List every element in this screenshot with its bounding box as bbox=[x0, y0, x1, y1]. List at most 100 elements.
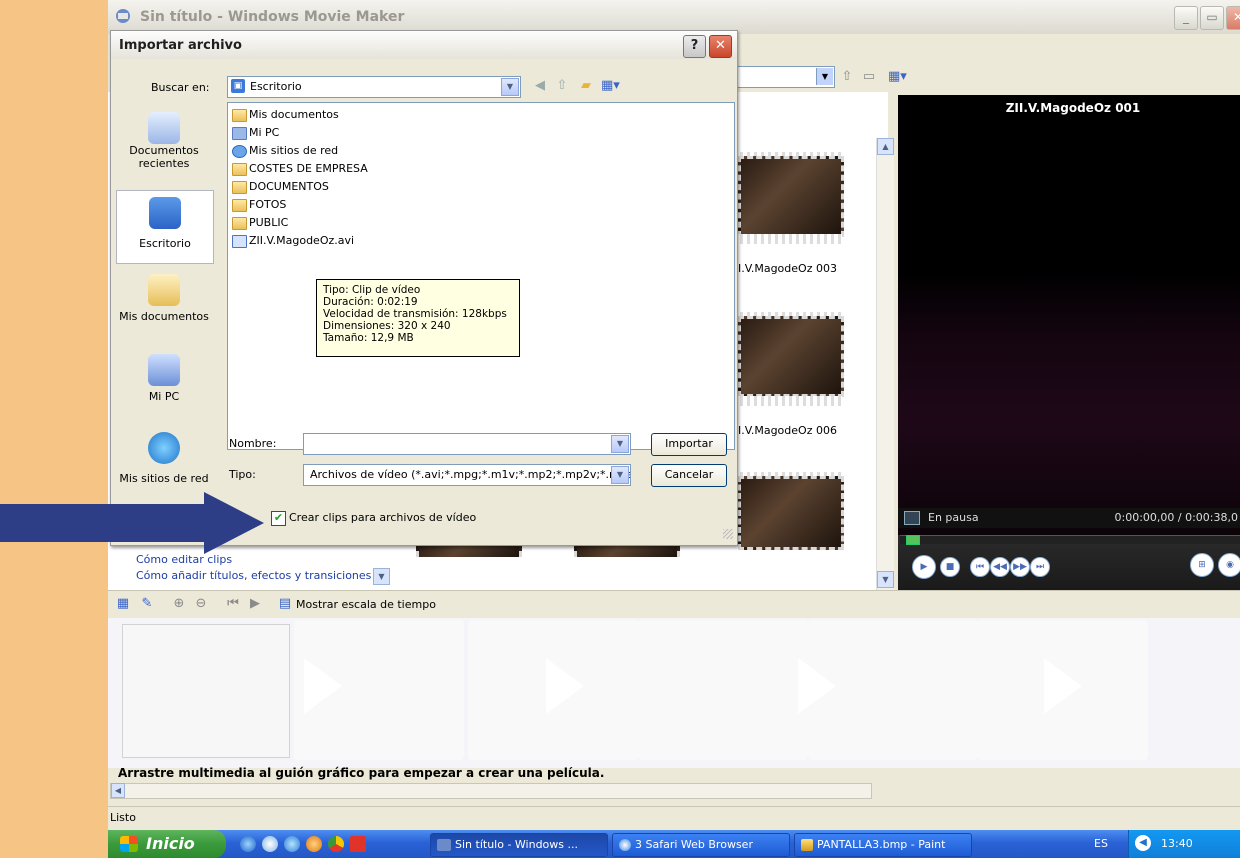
storyboard-icon[interactable]: ▦ bbox=[114, 595, 132, 613]
create-clips-checkbox[interactable]: ✔ bbox=[271, 511, 286, 526]
storyboard-scrollbar[interactable]: ◀ bbox=[110, 783, 872, 799]
narrate-icon[interactable]: ✎ bbox=[138, 595, 156, 613]
file-item[interactable]: DOCUMENTOS bbox=[232, 180, 329, 197]
chevron-down-icon[interactable]: ▼ bbox=[611, 466, 629, 484]
chrome-icon[interactable] bbox=[328, 836, 344, 852]
dialog-title: Importar archivo bbox=[119, 38, 242, 53]
timeline-icon[interactable]: ▤ bbox=[276, 595, 294, 613]
place-label: Mi PC bbox=[148, 390, 180, 403]
language-indicator[interactable]: ES bbox=[1094, 837, 1108, 850]
file-type-select[interactable]: Archivos de vídeo (*.avi;*.mpg;*.m1v;*.m… bbox=[303, 464, 631, 486]
rewind-storyboard-icon[interactable]: ⏮ bbox=[224, 595, 242, 613]
media-player-icon[interactable] bbox=[262, 836, 278, 852]
file-list[interactable]: Mis documentos Mi PC Mis sitios de red C… bbox=[227, 102, 735, 450]
chevron-down-icon[interactable]: ▼ bbox=[611, 435, 629, 453]
file-item[interactable]: PUBLIC bbox=[232, 216, 288, 233]
firefox-icon[interactable] bbox=[306, 836, 322, 852]
start-label: Inicio bbox=[146, 834, 195, 853]
rewind-icon[interactable]: ◀◀ bbox=[990, 557, 1010, 577]
task-edit-clips-link[interactable]: Cómo editar clips bbox=[136, 553, 232, 566]
shared-folder-icon bbox=[232, 216, 247, 230]
new-folder-icon[interactable]: ▭ bbox=[860, 68, 878, 86]
split-icon[interactable]: ⊞ bbox=[1190, 553, 1214, 577]
task-label: Sin título - Windows ... bbox=[455, 838, 578, 851]
new-folder-icon[interactable]: ▰ bbox=[577, 77, 595, 95]
window-close-button[interactable]: ✕ bbox=[1226, 6, 1240, 30]
play-storyboard-icon[interactable]: ▶ bbox=[246, 595, 264, 613]
place-network[interactable]: Mis sitios de red bbox=[116, 432, 212, 485]
cancel-button[interactable]: Cancelar bbox=[651, 464, 727, 487]
show-desktop-icon[interactable] bbox=[240, 836, 256, 852]
file-name-input[interactable]: ▼ bbox=[303, 433, 631, 455]
seek-thumb[interactable] bbox=[906, 535, 920, 545]
desktop-icon: ▣ bbox=[231, 79, 245, 93]
views-icon[interactable]: ▦▾ bbox=[888, 68, 907, 86]
scroll-up-icon[interactable]: ▲ bbox=[877, 138, 894, 155]
next-frame-icon[interactable]: ⏭ bbox=[1030, 557, 1050, 577]
file-item[interactable]: FOTOS bbox=[232, 198, 286, 215]
seek-bar[interactable] bbox=[900, 535, 1240, 545]
dialog-close-button[interactable]: ✕ bbox=[709, 35, 732, 58]
clip-label: I.V.MagodeOz 006 bbox=[738, 424, 837, 437]
chevron-down-icon[interactable]: ▼ bbox=[373, 568, 390, 585]
import-button[interactable]: Importar bbox=[651, 433, 727, 456]
back-icon[interactable]: ◀ bbox=[531, 77, 549, 95]
storyboard-slot[interactable] bbox=[122, 624, 290, 758]
place-my-documents[interactable]: Mis documentos bbox=[116, 274, 212, 323]
app-icon[interactable] bbox=[350, 836, 366, 852]
monitor-status-icon bbox=[904, 511, 920, 525]
clip-thumbnail[interactable] bbox=[738, 316, 844, 397]
place-recent[interactable]: Documentos recientes bbox=[116, 112, 212, 170]
up-folder-icon[interactable]: ⇧ bbox=[838, 68, 856, 86]
place-my-pc[interactable]: Mi PC bbox=[116, 354, 212, 403]
file-item[interactable]: ZII.V.MagodeOz.avi bbox=[232, 234, 354, 251]
place-label: Documentos recientes bbox=[129, 144, 199, 170]
file-item[interactable]: Mi PC bbox=[232, 126, 279, 143]
file-item[interactable]: Mis documentos bbox=[232, 108, 339, 125]
collection-scrollbar[interactable]: ▲ ▼ bbox=[876, 138, 894, 590]
start-button[interactable]: Inicio bbox=[108, 830, 226, 858]
task-add-titles-link[interactable]: Cómo añadir títulos, efectos y transicio… bbox=[136, 569, 371, 582]
transition-arrow-icon bbox=[1044, 658, 1082, 714]
task-paint[interactable]: PANTALLA3.bmp - Paint bbox=[794, 833, 972, 857]
storyboard-hint: Arrastre multimedia al guión gráfico par… bbox=[118, 766, 605, 780]
video-file-icon bbox=[232, 234, 247, 248]
chevron-down-icon[interactable]: ▼ bbox=[501, 78, 519, 96]
shared-folder-icon bbox=[232, 180, 247, 194]
clip-thumbnail[interactable] bbox=[738, 156, 844, 237]
scroll-down-icon[interactable]: ▼ bbox=[877, 571, 894, 588]
help-button[interactable]: ? bbox=[683, 35, 706, 58]
zoom-out-icon[interactable]: ⊖ bbox=[192, 595, 210, 613]
look-in-combo[interactable]: ▣ Escritorio ▼ bbox=[227, 76, 521, 98]
tooltip-type: Tipo: Clip de vídeo bbox=[323, 284, 421, 296]
resize-grip[interactable] bbox=[723, 529, 733, 539]
internet-explorer-icon[interactable] bbox=[284, 836, 300, 852]
zoom-in-icon[interactable]: ⊕ bbox=[170, 595, 188, 613]
view-menu-icon[interactable]: ▦▾ bbox=[601, 77, 620, 95]
chevron-down-icon[interactable]: ▼ bbox=[816, 68, 833, 85]
camera-icon[interactable]: ◉ bbox=[1218, 553, 1240, 577]
scroll-left-icon[interactable]: ◀ bbox=[111, 783, 125, 798]
transition-slot[interactable] bbox=[638, 620, 808, 760]
forward-icon[interactable]: ▶▶ bbox=[1010, 557, 1030, 577]
previous-frame-icon[interactable]: ⏮ bbox=[970, 557, 990, 577]
film-strip bbox=[736, 234, 842, 244]
maximize-button[interactable]: ▭ bbox=[1200, 6, 1224, 30]
minimize-button[interactable]: _ bbox=[1174, 6, 1198, 30]
file-type-label: Tipo: bbox=[229, 468, 256, 481]
file-item[interactable]: COSTES DE EMPRESA bbox=[232, 162, 368, 179]
chevron-left-icon[interactable]: ◀ bbox=[1135, 835, 1151, 851]
show-timeline-button[interactable]: Mostrar escala de tiempo bbox=[296, 598, 436, 611]
task-safari[interactable]: 3 Safari Web Browser bbox=[612, 833, 790, 857]
file-item[interactable]: Mis sitios de red bbox=[232, 144, 338, 161]
monitor-title: ZII.V.MagodeOz 001 bbox=[1005, 101, 1141, 115]
task-movie-maker[interactable]: Sin título - Windows ... bbox=[430, 833, 608, 857]
up-folder-icon[interactable]: ⇧ bbox=[553, 77, 571, 95]
clip-thumbnail[interactable] bbox=[738, 476, 844, 550]
place-desktop[interactable]: Escritorio bbox=[116, 190, 214, 264]
stop-icon[interactable]: ■ bbox=[940, 557, 960, 577]
play-icon[interactable]: ▶ bbox=[912, 555, 936, 579]
dialog-titlebar[interactable]: Importar archivo ? ✕ bbox=[111, 31, 737, 59]
preview-monitor: ZII.V.MagodeOz 001 En pausa 0:00:00,00 /… bbox=[898, 95, 1240, 591]
window-title: Sin título - Windows Movie Maker bbox=[140, 9, 405, 25]
